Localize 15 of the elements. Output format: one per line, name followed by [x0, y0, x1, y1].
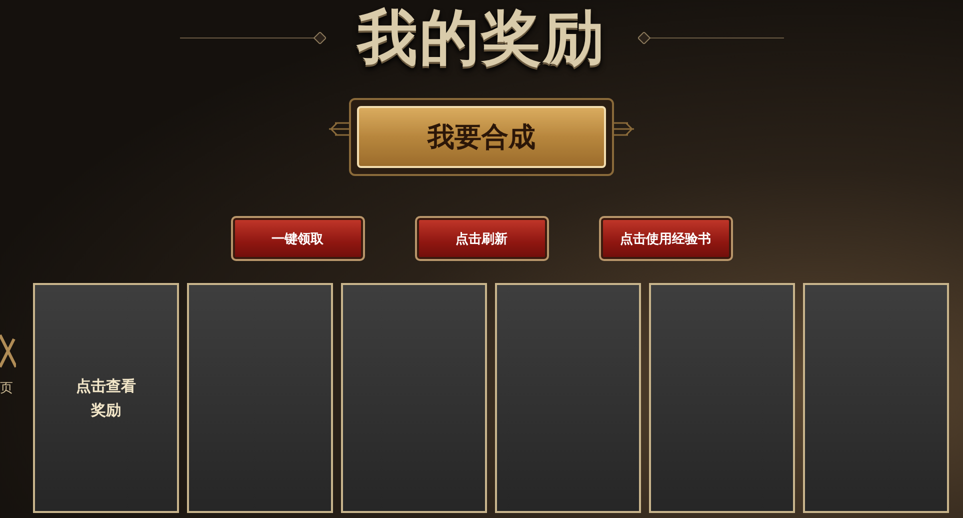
reward-slot[interactable]	[341, 283, 487, 513]
synthesize-button[interactable]: 我要合成	[349, 98, 614, 176]
action-button[interactable]: 一键领取	[230, 216, 364, 261]
reward-slot[interactable]: 点击查看奖励	[33, 283, 179, 513]
slot-label: 点击查看奖励	[75, 376, 137, 421]
reward-slot[interactable]	[649, 283, 795, 513]
side-tab-label[interactable]: 页	[0, 379, 13, 397]
divider-ornament-icon	[180, 32, 326, 44]
action-button[interactable]: 点击使用经验书	[598, 216, 732, 261]
action-button[interactable]: 点击刷新	[414, 216, 548, 261]
reward-slot[interactable]	[803, 283, 949, 513]
reward-slot[interactable]	[187, 283, 333, 513]
reward-slot[interactable]	[495, 283, 641, 513]
page-title: 我的奖励	[358, 2, 606, 75]
divider-ornament-icon	[638, 32, 784, 44]
